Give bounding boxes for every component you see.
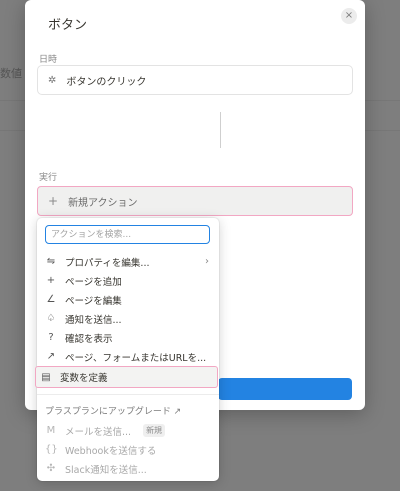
- trigger-label: ボタンのクリック: [66, 76, 147, 88]
- click-icon: ✲: [48, 74, 57, 86]
- menu-item-label: Slack通知を送信...: [65, 464, 147, 476]
- menu-item-show-confirm[interactable]: ? 確認を表示: [41, 328, 215, 347]
- arrow-icon: ↗: [46, 351, 56, 362]
- menu-item-send-webhook[interactable]: {} Webhookを送信する: [41, 440, 215, 459]
- new-action-button[interactable]: + 新規アクション: [37, 186, 353, 216]
- menu-item-label: Webhookを送信する: [65, 445, 157, 457]
- braces-icon: {}: [45, 444, 58, 455]
- modal-title: ボタン: [48, 18, 88, 33]
- menu-item-define-variable[interactable]: ▤ 変数を定義: [35, 366, 218, 388]
- plus-icon: +: [48, 194, 59, 208]
- menu-item-label: プロパティを編集...: [65, 257, 150, 269]
- menu-item-label: 通知を送信...: [65, 314, 122, 326]
- action-menu: ⇋ プロパティを編集... › + ページを追加 ∠ ページを編集 ♤ 通知を送…: [35, 218, 219, 481]
- menu-item-label: メールを送信...: [65, 426, 132, 438]
- action-section-label: 実行: [39, 173, 58, 183]
- menu-item-label: 確認を表示: [65, 333, 113, 345]
- menu-item-send-slack[interactable]: ✣ Slack通知を送信...: [41, 459, 215, 478]
- bell-icon: ♤: [46, 313, 56, 324]
- sliders-icon: ⇋: [46, 256, 56, 267]
- menu-item-edit-property[interactable]: ⇋ プロパティを編集... ›: [41, 252, 215, 271]
- menu-item-send-notification[interactable]: ♤ 通知を送信...: [41, 309, 215, 328]
- menu-item-send-email[interactable]: M メールを送信... 新規: [41, 421, 215, 440]
- menu-item-open-page[interactable]: ↗ ページ、フォームまたはURLを...: [41, 347, 215, 366]
- close-icon: ×: [344, 10, 354, 21]
- background-column-label: 数値: [0, 67, 22, 80]
- menu-item-label: ページを編集: [65, 295, 122, 307]
- menu-item-edit-page[interactable]: ∠ ページを編集: [41, 290, 215, 309]
- flow-connector-line: [220, 112, 221, 148]
- menu-item-label: ページを追加: [65, 276, 122, 288]
- trigger-section-label: 日時: [39, 55, 58, 65]
- menu-divider: [37, 394, 219, 395]
- close-button[interactable]: ×: [341, 8, 357, 24]
- trigger-box[interactable]: ✲ ボタンのクリック: [37, 65, 353, 95]
- slack-icon: ✣: [46, 463, 56, 474]
- menu-item-label: 変数を定義: [60, 373, 108, 384]
- new-action-label: 新規アクション: [68, 197, 138, 209]
- menu-item-add-page[interactable]: + ページを追加: [41, 271, 215, 290]
- action-search-input[interactable]: [45, 225, 210, 244]
- pencil-icon: ∠: [46, 294, 56, 305]
- done-button[interactable]: [218, 378, 352, 400]
- gmail-icon: M: [46, 425, 56, 436]
- question-icon: ?: [48, 332, 54, 343]
- chevron-right-icon: ›: [205, 256, 209, 267]
- new-badge: 新規: [143, 424, 166, 437]
- menu-item-label: ページ、フォームまたはURLを...: [65, 352, 207, 364]
- variable-icon: ▤: [41, 371, 51, 383]
- upgrade-link[interactable]: プラスプランにアップグレード ↗: [45, 404, 181, 417]
- plus-icon: +: [46, 275, 56, 286]
